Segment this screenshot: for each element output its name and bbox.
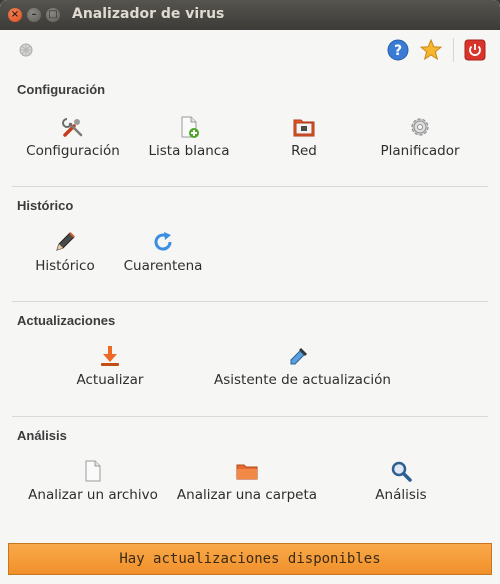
quarantine-label: Cuarentena	[123, 258, 203, 274]
scan-file-button[interactable]: Analizar un archivo	[8, 459, 178, 503]
maximize-window-button[interactable]: □	[46, 8, 60, 22]
section-title-updates: Actualizaciones	[17, 313, 116, 328]
quarantine-button[interactable]: Cuarentena	[78, 230, 248, 274]
title-bar: × – □ Analizador de virus	[0, 0, 500, 30]
separator	[12, 186, 488, 187]
scan-folder-button[interactable]: Analizar una carpeta	[162, 459, 332, 503]
search-icon	[391, 461, 412, 482]
update-assistant-label: Asistente de actualización	[214, 372, 391, 388]
download-icon	[101, 346, 119, 366]
update-button[interactable]: Actualizar	[25, 344, 195, 388]
add-document-icon	[181, 116, 199, 138]
scan-file-label: Analizar un archivo	[28, 487, 158, 503]
virus-scanner-icon	[19, 43, 33, 57]
update-label: Actualizar	[76, 372, 144, 388]
separator	[12, 301, 488, 302]
gear-icon	[411, 118, 429, 136]
minimize-window-button[interactable]: –	[27, 8, 41, 22]
analysis-button[interactable]: Análisis	[316, 459, 486, 503]
section-title-config: Configuración	[17, 82, 106, 97]
app-window: × – □ Analizador de virus ? Configuració…	[0, 0, 500, 584]
separator	[12, 416, 488, 417]
update-assistant-button[interactable]: Asistente de actualización	[214, 344, 391, 388]
scheduler-button[interactable]: Planificador	[335, 115, 500, 159]
updates-available-bar[interactable]: Hay actualizaciones disponibles	[8, 543, 492, 575]
window-title: Analizador de virus	[72, 6, 225, 22]
document-icon	[85, 460, 101, 482]
power-icon[interactable]	[464, 39, 486, 61]
scan-folder-label: Analizar una carpeta	[176, 487, 318, 503]
section-title-analysis: Análisis	[17, 428, 67, 443]
scheduler-label: Planificador	[380, 143, 460, 159]
tools-icon	[62, 118, 83, 137]
section-title-history: Histórico	[17, 198, 74, 213]
svg-text:?: ?	[394, 43, 402, 59]
star-icon[interactable]	[420, 39, 442, 61]
analysis-label: Análisis	[375, 487, 427, 503]
network-folder-icon	[293, 119, 315, 137]
close-window-button[interactable]: ×	[8, 8, 22, 22]
folder-icon	[236, 464, 258, 480]
toolbar-divider	[453, 38, 454, 62]
refresh-icon	[154, 232, 172, 251]
help-icon[interactable]: ?	[387, 39, 409, 61]
pencil-icon	[56, 232, 75, 251]
updates-available-text: Hay actualizaciones disponibles	[119, 551, 381, 567]
dropper-icon	[290, 348, 307, 365]
